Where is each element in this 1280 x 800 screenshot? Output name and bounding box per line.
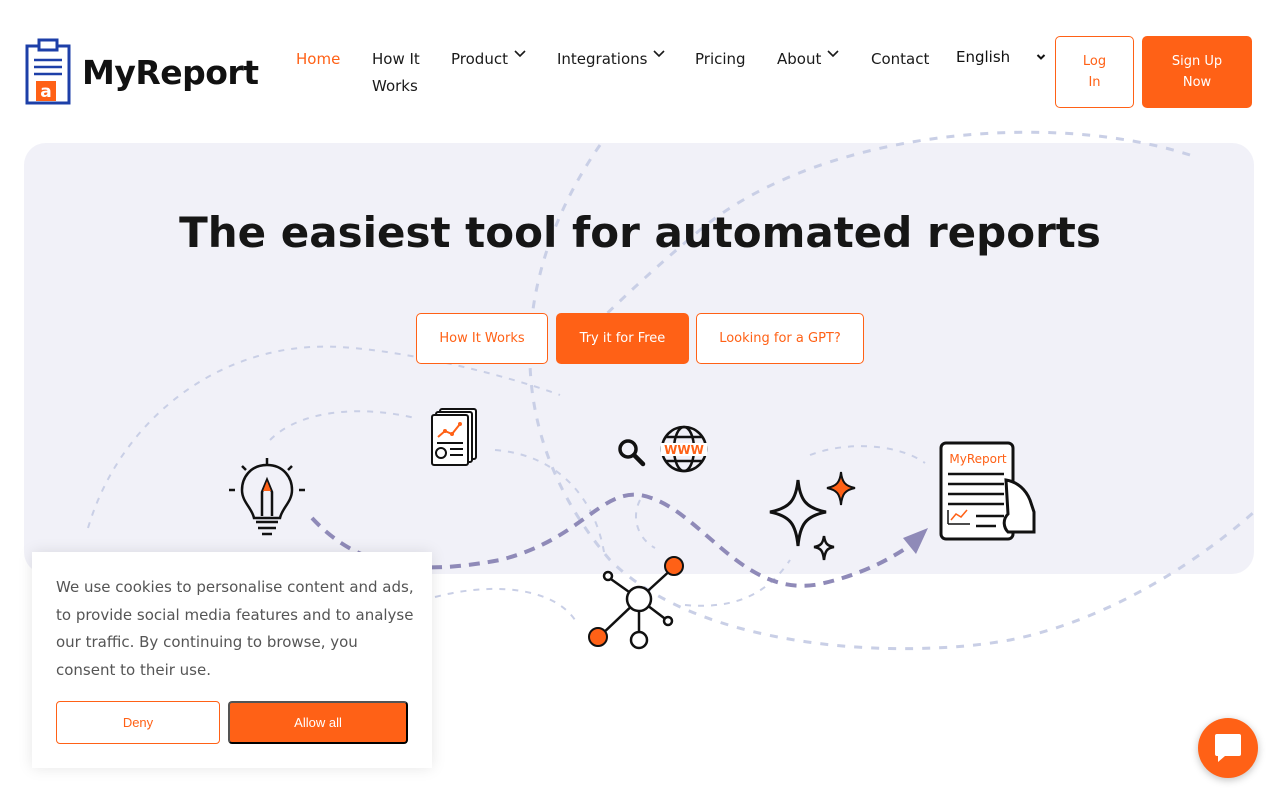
nav-pricing[interactable]: Pricing	[695, 46, 746, 73]
chat-widget-button[interactable]	[1198, 718, 1258, 778]
brand-logo[interactable]: a MyReport	[24, 38, 259, 106]
language-select[interactable]: English	[956, 48, 1046, 66]
clipboard-logo-icon: a	[25, 38, 71, 105]
cookie-allow-button[interactable]: Allow all	[228, 701, 408, 744]
www-globe-icon: WWW	[660, 425, 708, 473]
svg-text:WWW: WWW	[664, 443, 704, 457]
brand-name: MyReport	[82, 52, 259, 92]
nav-about-label: About	[777, 50, 822, 68]
nav-contact[interactable]: Contact	[871, 46, 929, 73]
how-it-works-button[interactable]: How It Works	[416, 313, 548, 364]
myreport-document-icon: MyReport	[939, 441, 1036, 541]
cookie-text: We use cookies to personalise content an…	[56, 578, 414, 679]
cookie-deny-button[interactable]: Deny	[56, 701, 220, 744]
hero-title: The easiest tool for automated reports	[179, 208, 1101, 257]
network-nodes-icon	[588, 556, 684, 650]
signup-button[interactable]: Sign Up Now	[1142, 36, 1252, 108]
gpt-button[interactable]: Looking for a GPT?	[696, 313, 864, 364]
lightbulb-icon	[229, 458, 305, 536]
chat-bubble-icon	[1215, 734, 1241, 762]
try-free-button[interactable]: Try it for Free	[556, 313, 689, 364]
chevron-down-icon	[653, 50, 666, 58]
nav-integrations[interactable]: Integrations	[557, 46, 666, 73]
chevron-down-icon	[1036, 54, 1046, 60]
svg-text:a: a	[40, 82, 51, 102]
nav-how-it-works[interactable]: How It Works	[372, 46, 424, 100]
login-button[interactable]: Log In	[1055, 36, 1134, 108]
nav-product[interactable]: Product	[451, 46, 526, 73]
nav-about[interactable]: About	[777, 46, 839, 73]
chevron-down-icon	[514, 50, 526, 58]
nav-integrations-label: Integrations	[557, 50, 648, 68]
nav-product-label: Product	[451, 50, 508, 68]
chevron-down-icon	[827, 50, 839, 58]
sparkles-icon	[769, 471, 856, 561]
magnifier-icon	[618, 439, 646, 467]
report-documents-icon	[431, 408, 477, 466]
nav-home[interactable]: Home	[296, 46, 340, 73]
cookie-banner: We use cookies to personalise content an…	[32, 552, 432, 768]
report-doc-label: MyReport	[949, 452, 1007, 466]
language-value: English	[956, 48, 1011, 66]
